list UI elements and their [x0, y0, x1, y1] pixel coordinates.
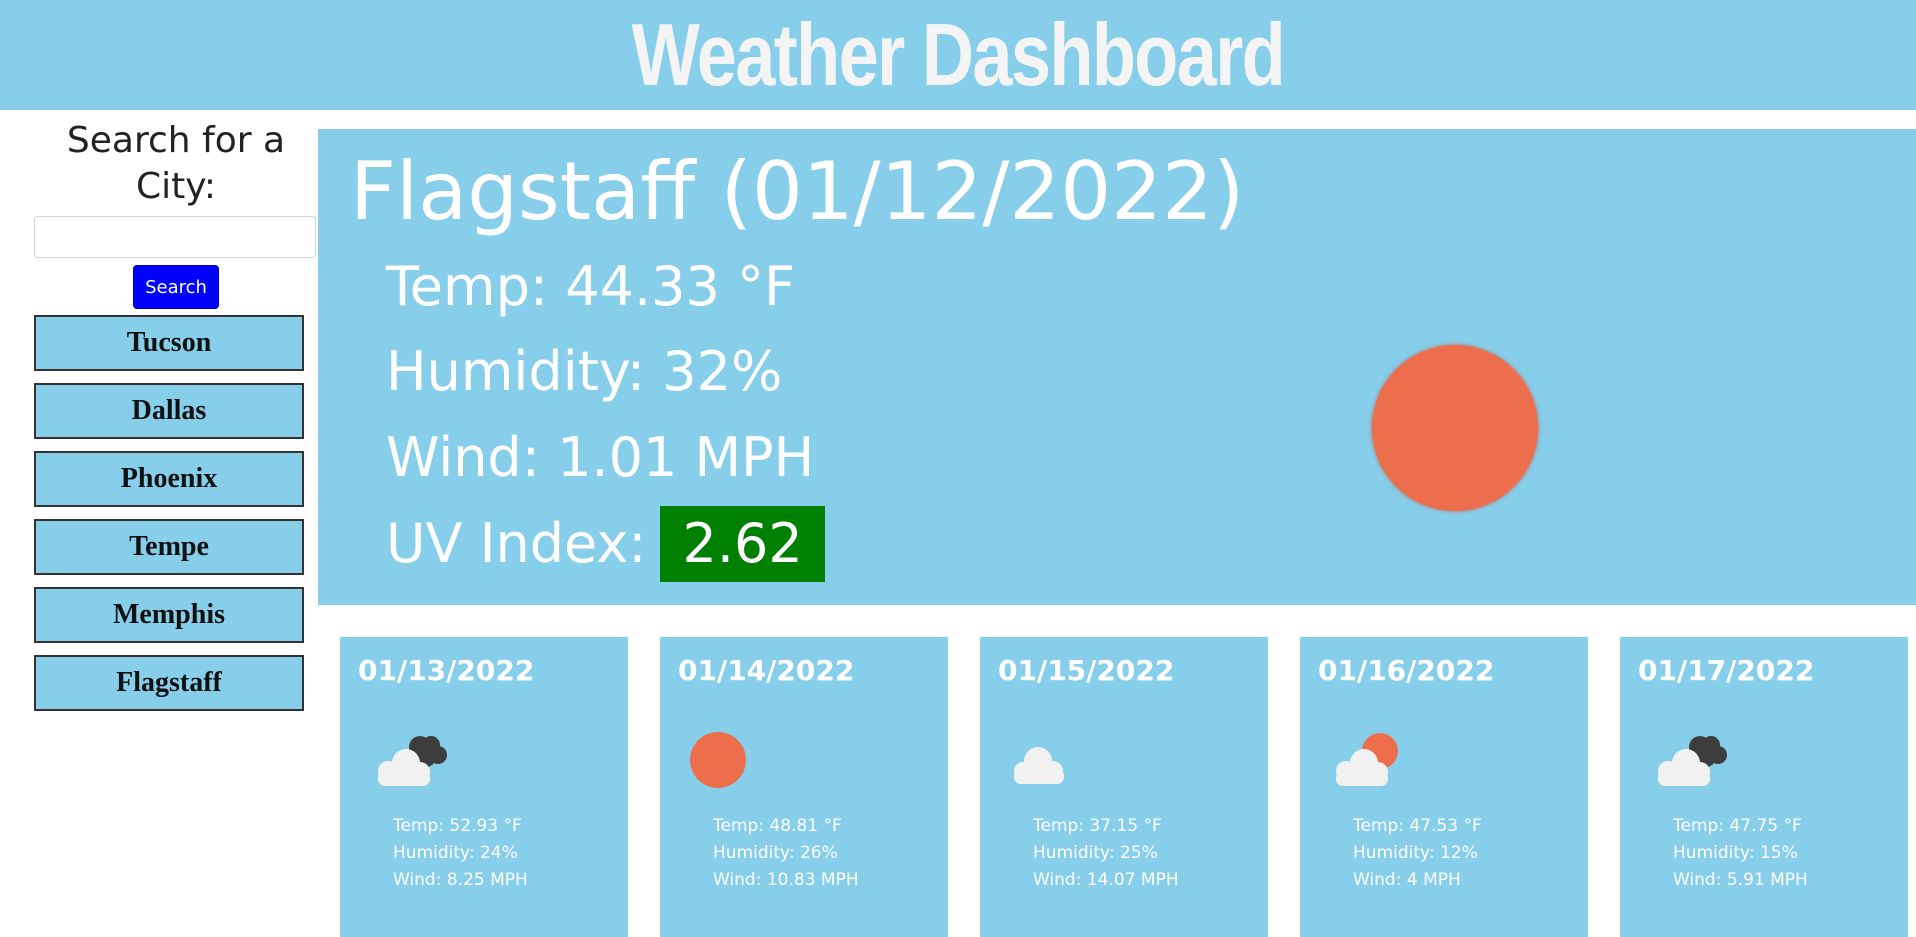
forecast-card: 01/15/2022 Temp: 37.15 °F Humidity: 25% … [980, 637, 1268, 937]
forecast-date: 01/17/2022 [1638, 654, 1815, 687]
forecast-temp: Temp: 48.81 °F [713, 816, 842, 836]
forecast-wind: Wind: 8.25 MPH [393, 870, 528, 890]
search-button[interactable]: Search [133, 265, 219, 309]
forecast-wind: Wind: 5.91 MPH [1673, 870, 1808, 890]
history-item-tempe[interactable]: Tempe [34, 519, 304, 575]
current-temp: Temp: 44.33 °F [386, 255, 796, 318]
partly-cloudy-icon [1328, 725, 1418, 793]
cloud-icon [1008, 725, 1098, 793]
current-uv: UV Index: 2.62 [386, 506, 825, 582]
current-weather: Flagstaff (01/12/2022) Temp: 44.33 °F Hu… [318, 129, 1916, 605]
sun-icon [1372, 345, 1538, 511]
forecast-card: 01/17/2022 Temp: 47.75 °F Humidity: 15% … [1620, 637, 1908, 937]
history-item-dallas[interactable]: Dallas [34, 383, 304, 439]
forecast-card: 01/16/2022 Temp: 47.53 °F Humidity: 12% … [1300, 637, 1588, 937]
forecast-humidity: Humidity: 12% [1353, 843, 1478, 863]
cloudy-icon [1648, 725, 1738, 793]
current-wind: Wind: 1.01 MPH [386, 426, 815, 489]
forecast-date: 01/13/2022 [358, 654, 535, 687]
history-item-flagstaff[interactable]: Flagstaff [34, 655, 304, 711]
forecast-temp: Temp: 37.15 °F [1033, 816, 1162, 836]
forecast-wind: Wind: 10.83 MPH [713, 870, 859, 890]
search-title: Search for a City: [66, 120, 286, 207]
page-title: Weather Dashboard [631, 5, 1286, 104]
forecast-date: 01/14/2022 [678, 654, 855, 687]
forecast-humidity: Humidity: 25% [1033, 843, 1158, 863]
forecast-date: 01/16/2022 [1318, 654, 1495, 687]
search-input[interactable] [34, 216, 316, 258]
search-history: Tucson Dallas Phoenix Tempe Memphis Flag… [34, 315, 304, 723]
uv-badge: 2.62 [660, 506, 825, 582]
forecast-humidity: Humidity: 15% [1673, 843, 1798, 863]
current-city-title: Flagstaff (01/12/2022) [350, 145, 1245, 238]
forecast-humidity: Humidity: 24% [393, 843, 518, 863]
sun-icon [688, 725, 778, 793]
forecast-wind: Wind: 4 MPH [1353, 870, 1461, 890]
history-item-memphis[interactable]: Memphis [34, 587, 304, 643]
history-item-tucson[interactable]: Tucson [34, 315, 304, 371]
current-humidity: Humidity: 32% [386, 340, 783, 403]
forecast-date: 01/15/2022 [998, 654, 1175, 687]
forecast-card: 01/13/2022 Temp: 52.93 °F Humidity: 24% … [340, 637, 628, 937]
forecast-wind: Wind: 14.07 MPH [1033, 870, 1179, 890]
history-item-phoenix[interactable]: Phoenix [34, 451, 304, 507]
forecast-humidity: Humidity: 26% [713, 843, 838, 863]
forecast-temp: Temp: 47.75 °F [1673, 816, 1802, 836]
uv-label: UV Index: [386, 512, 647, 575]
sidebar: Search for a City: Search Tucson Dallas … [0, 110, 318, 927]
cloudy-icon [368, 725, 458, 793]
forecast-temp: Temp: 52.93 °F [393, 816, 522, 836]
app-header: Weather Dashboard [0, 0, 1916, 110]
forecast-temp: Temp: 47.53 °F [1353, 816, 1482, 836]
forecast-card: 01/14/2022 Temp: 48.81 °F Humidity: 26% … [660, 637, 948, 937]
